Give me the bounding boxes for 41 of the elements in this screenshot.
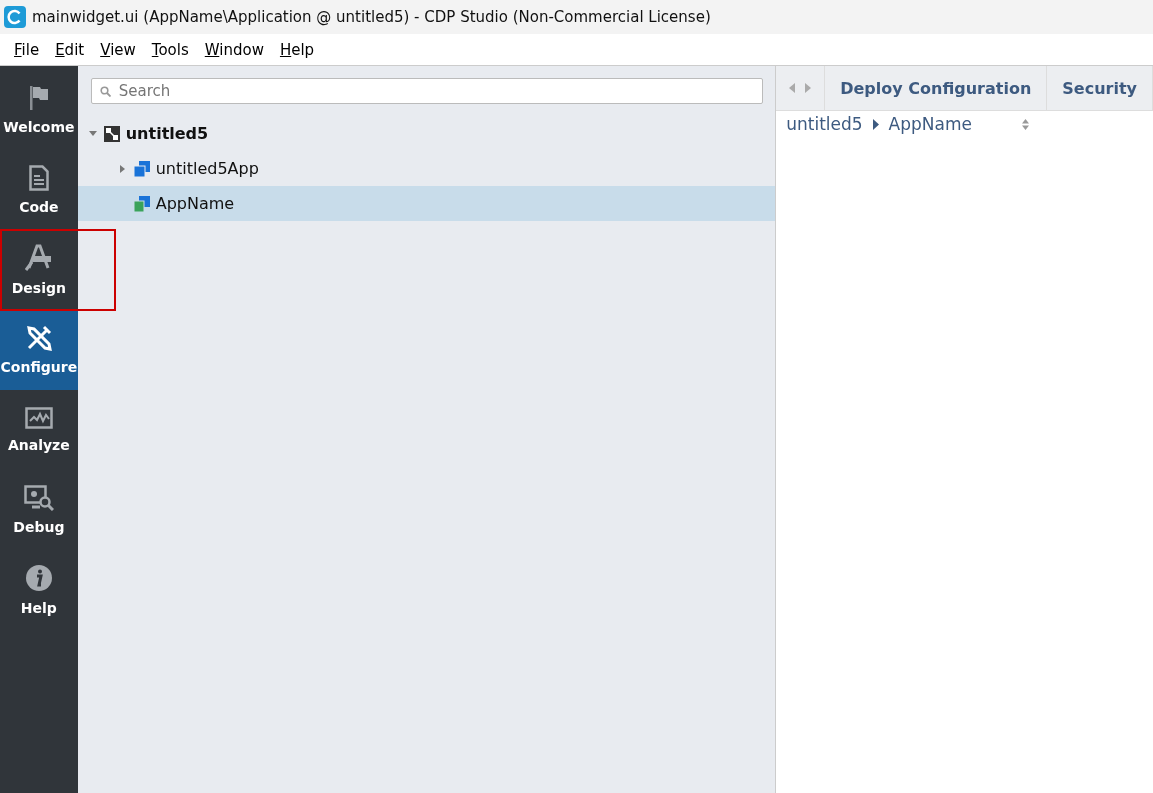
search-field[interactable]: Search bbox=[90, 78, 764, 104]
scroll-left-icon[interactable] bbox=[789, 83, 796, 93]
menu-item[interactable]: Tools bbox=[143, 40, 197, 59]
menu-item[interactable]: Window bbox=[196, 40, 272, 59]
mode-button[interactable]: Analyze bbox=[0, 390, 78, 470]
debug-icon bbox=[23, 485, 54, 511]
menu-item[interactable]: Help bbox=[271, 40, 323, 59]
stacked-squares-icon bbox=[133, 160, 150, 177]
breadcrumb-item[interactable]: untitled5 bbox=[786, 114, 863, 134]
info-icon bbox=[24, 564, 53, 592]
qt-app-icon bbox=[133, 195, 150, 212]
system-icon bbox=[103, 125, 120, 142]
tools-icon bbox=[25, 325, 52, 351]
design-tools-icon bbox=[24, 244, 53, 272]
document-icon bbox=[28, 165, 49, 191]
menu-item[interactable]: View bbox=[92, 40, 144, 59]
scroll-right-icon[interactable] bbox=[805, 83, 812, 93]
menu-item[interactable]: File bbox=[6, 40, 48, 59]
flag-icon bbox=[27, 85, 50, 111]
tree-item[interactable]: untitled5App bbox=[77, 151, 776, 186]
mode-button[interactable]: Help bbox=[0, 550, 78, 630]
tab[interactable]: Security bbox=[1047, 66, 1153, 110]
breadcrumb-item[interactable]: AppName bbox=[888, 114, 972, 134]
mode-button[interactable]: Configure bbox=[0, 310, 78, 390]
collapsed-arrow-icon[interactable] bbox=[120, 164, 126, 173]
search-input: Search bbox=[116, 81, 763, 101]
mode-button[interactable]: Code bbox=[0, 150, 78, 230]
tree-item[interactable]: untitled5 bbox=[77, 116, 776, 151]
search-icon bbox=[99, 85, 111, 97]
menu-item[interactable]: Edit bbox=[47, 40, 93, 59]
tab[interactable]: Deploy Configuration bbox=[825, 66, 1048, 110]
expanded-arrow-icon[interactable] bbox=[88, 131, 97, 136]
mode-button[interactable]: Welcome bbox=[0, 70, 78, 150]
chart-monitor-icon bbox=[24, 407, 53, 429]
mode-button[interactable]: Debug bbox=[0, 470, 78, 550]
sort-arrows-icon[interactable] bbox=[1022, 118, 1029, 130]
breadcrumb-arrow-icon bbox=[872, 118, 879, 130]
tree-item[interactable]: AppName bbox=[77, 186, 776, 221]
window-title: mainwidget.ui (AppName\Application @ untitled5) - CDP Studio (Non-Commercial License) bbox=[32, 8, 711, 26]
app-logo-icon bbox=[4, 6, 26, 28]
mode-button[interactable]: Design bbox=[0, 230, 78, 310]
